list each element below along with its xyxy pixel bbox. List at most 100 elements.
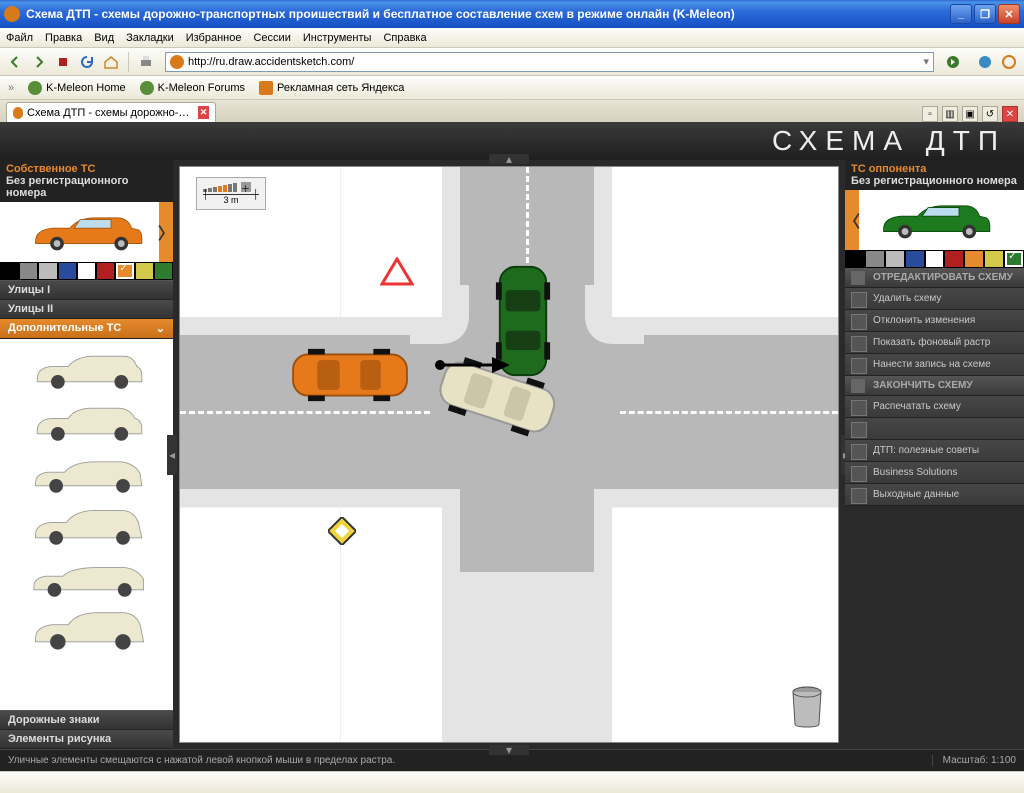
browser-tab[interactable]: Схема ДТП - схемы дорожно-трансп... ✕ (6, 102, 216, 122)
accordion-extra-vehicles[interactable]: Дополнительные ТС⌄ (0, 319, 173, 339)
own-car[interactable] (288, 347, 412, 403)
menu-tips[interactable]: ДТП: полезные советы (845, 440, 1024, 462)
list-item[interactable] (0, 395, 173, 447)
pan-down-handle[interactable]: ▾ (489, 745, 529, 755)
menu-bookmarks[interactable]: Закладки (126, 32, 174, 44)
list-item[interactable] (0, 603, 173, 655)
bookmark-kmeleon-home[interactable]: K-Meleon Home (28, 81, 125, 95)
color-swatch[interactable] (96, 262, 115, 280)
vehicle-list[interactable] (0, 339, 173, 710)
maximize-button[interactable]: ❐ (974, 4, 996, 24)
next-vehicle-button[interactable]: 〉 (159, 202, 173, 262)
color-swatch[interactable] (135, 262, 154, 280)
bookmark-kmeleon-forums[interactable]: K-Meleon Forums (140, 81, 245, 95)
color-swatch-selected[interactable] (1004, 250, 1024, 268)
tab-restore-button[interactable]: ↺ (982, 106, 998, 122)
pan-left-handle[interactable]: ◂ (167, 435, 177, 475)
accordion-streets-1[interactable]: Улицы I (0, 281, 173, 300)
color-swatch[interactable] (77, 262, 96, 280)
menu-discard[interactable]: Отклонить изменения (845, 310, 1024, 332)
list-item[interactable] (0, 499, 173, 551)
favicon-icon (170, 55, 184, 69)
app-icon (4, 6, 20, 22)
reload-button[interactable] (76, 51, 98, 73)
tab-favicon-icon (13, 107, 23, 119)
dropdown-icon[interactable]: ▾ (923, 55, 929, 68)
color-swatch[interactable] (58, 262, 77, 280)
color-swatch[interactable] (964, 250, 984, 268)
color-swatch[interactable] (38, 262, 57, 280)
list-item[interactable] (0, 551, 173, 603)
back-button[interactable] (4, 51, 26, 73)
tab-list-button[interactable]: ▥ (942, 106, 958, 122)
tab-label: Схема ДТП - схемы дорожно-трансп... (27, 107, 190, 119)
prev-vehicle-button[interactable]: 〈 (845, 190, 859, 250)
accordion-elements[interactable]: Элементы рисунка (0, 730, 173, 749)
menu-add-text[interactable]: Нанести запись на схеме (845, 354, 1024, 376)
warning-triangle-icon[interactable] (380, 257, 414, 287)
tab-window-button[interactable]: ▣ (962, 106, 978, 122)
color-swatch[interactable] (984, 250, 1004, 268)
address-bar[interactable]: ▾ (165, 52, 934, 72)
scale-widget[interactable]: ＋ ││3 m (196, 177, 266, 210)
status-hint: Уличные элементы смещаются с нажатой лев… (8, 755, 395, 766)
home-button[interactable] (100, 51, 122, 73)
menu-header-edit: ОТРЕДАКТИРОВАТЬ СХЕМУ (845, 268, 1024, 288)
menu-tools[interactable]: Инструменты (303, 32, 372, 44)
priority-sign-icon[interactable] (328, 517, 356, 545)
list-item[interactable] (0, 343, 173, 395)
print-button[interactable] (135, 51, 157, 73)
car-icon (875, 199, 995, 242)
opponent-color-palette (845, 250, 1024, 268)
color-swatch[interactable] (865, 250, 885, 268)
menu-imprint[interactable]: Выходные данные (845, 484, 1024, 506)
forward-button[interactable] (28, 51, 50, 73)
color-swatch[interactable] (885, 250, 905, 268)
menu-delete[interactable]: Удалить схему (845, 288, 1024, 310)
menu-blank[interactable] (845, 418, 1024, 440)
app-container: СХЕМА ДТП Собственное ТС Без регистрацио… (0, 122, 1024, 771)
drawing-canvas[interactable]: ＋ ││3 m (179, 166, 839, 743)
url-input[interactable] (188, 56, 923, 68)
tab-close-button[interactable]: ✕ (198, 106, 209, 119)
color-swatch[interactable] (944, 250, 964, 268)
browser-statusbar (0, 771, 1024, 793)
own-vehicle-preview[interactable]: 〉 (0, 202, 173, 262)
menu-view[interactable]: Вид (94, 32, 114, 44)
menu-file[interactable]: Файл (6, 32, 33, 44)
menu-show-grid[interactable]: Показать фоновый растр (845, 332, 1024, 354)
menu-favorites[interactable]: Избранное (186, 32, 242, 44)
menu-business[interactable]: Business Solutions (845, 462, 1024, 484)
pan-up-handle[interactable]: ▴ (489, 154, 529, 164)
minimize-button[interactable]: _ (950, 4, 972, 24)
color-swatch[interactable] (905, 250, 925, 268)
menu-help[interactable]: Справка (383, 32, 426, 44)
trash-icon[interactable] (790, 686, 824, 728)
menu-edit[interactable]: Правка (45, 32, 82, 44)
close-button[interactable]: ✕ (998, 4, 1020, 24)
go-button[interactable] (942, 51, 964, 73)
color-swatch[interactable] (0, 262, 19, 280)
opponent-vehicle-header: ТС оппонента Без регистрационного номера (845, 160, 1024, 190)
color-swatch[interactable] (845, 250, 865, 268)
bookmark-yandex[interactable]: Рекламная сеть Яндекса (259, 81, 404, 95)
color-swatch[interactable] (925, 250, 945, 268)
tab-closeall-button[interactable]: ✕ (1002, 106, 1018, 122)
window-title: Схема ДТП - схемы дорожно-транспортных п… (26, 7, 950, 21)
accordion-signs[interactable]: Дорожные знаки (0, 711, 173, 730)
accordion-streets-2[interactable]: Улицы II (0, 300, 173, 319)
color-swatch[interactable] (19, 262, 38, 280)
menu-sessions[interactable]: Сессии (253, 32, 290, 44)
globe-icon[interactable] (974, 51, 996, 73)
tab-new-button[interactable]: ▫ (922, 106, 938, 122)
direction-arrow-icon[interactable] (432, 355, 512, 375)
list-item[interactable] (0, 447, 173, 499)
menu-print[interactable]: Распечатать схему (845, 396, 1024, 418)
color-swatch[interactable] (154, 262, 173, 280)
opponent-vehicle-preview[interactable]: 〈 (845, 190, 1024, 250)
bookmarks-chevron-icon[interactable]: » (8, 82, 14, 94)
stop-button[interactable] (52, 51, 74, 73)
app-logo: СХЕМА ДТП (772, 125, 1006, 157)
color-swatch-selected[interactable] (115, 262, 134, 280)
status-scale: Масштаб: 1:100 (932, 755, 1016, 766)
